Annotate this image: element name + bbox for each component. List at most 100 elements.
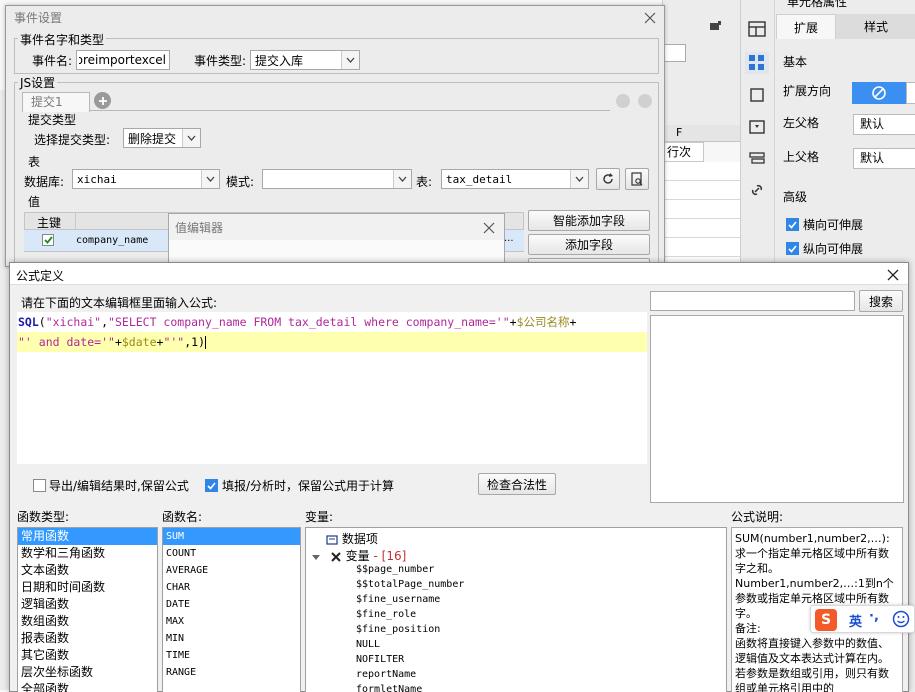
list-item[interactable]: 报表函数 xyxy=(18,630,157,647)
keep-formula-fill-checkbox[interactable] xyxy=(205,479,218,492)
event-type-label: 事件类型: xyxy=(194,54,247,68)
tree-variable[interactable]: $fine_role xyxy=(356,609,416,624)
chevron-down-icon xyxy=(570,170,588,188)
list-item[interactable]: 文本函数 xyxy=(18,562,157,579)
list-item[interactable]: DATE xyxy=(163,596,300,613)
formula-var2: $date xyxy=(121,335,157,349)
preview-table-button[interactable] xyxy=(625,168,649,190)
grid-icon[interactable] xyxy=(747,19,767,39)
tree-variables-label: 变量 xyxy=(345,549,370,563)
tab-prev-icon[interactable] xyxy=(616,94,630,108)
ime-punct[interactable]: ·, xyxy=(869,609,879,624)
select-submit-type-label: 选择提交类型: xyxy=(34,133,111,147)
submit-type-value: 删除提交 xyxy=(128,131,177,146)
form-icon[interactable] xyxy=(747,148,767,168)
tree-variable[interactable]: $$page_number xyxy=(356,564,434,579)
sheet-grid xyxy=(662,162,740,262)
submit-type-group: 提交类型 xyxy=(28,113,77,127)
sheet-toolbar xyxy=(662,0,740,125)
add-field-button[interactable]: 添加字段 xyxy=(528,234,650,255)
formula-editor[interactable]: SQL("xichai","SELECT company_name FROM t… xyxy=(17,312,647,464)
tree-data-item-row[interactable]: 数据项 xyxy=(326,530,378,546)
tree-variable[interactable]: formletName xyxy=(356,684,422,692)
list-item[interactable]: 逻辑函数 xyxy=(18,596,157,613)
refresh-button[interactable] xyxy=(596,168,620,190)
upper-parent-select[interactable]: 默认 xyxy=(853,148,915,169)
sheet-col-header-f: F xyxy=(662,125,740,142)
list-item[interactable]: MIN xyxy=(163,630,300,647)
func-type-list[interactable]: 常用函数 数学和三角函数 文本函数 日期和时间函数 逻辑函数 数组函数 报表函数… xyxy=(17,527,158,692)
mode-select[interactable] xyxy=(262,169,412,189)
event-type-select[interactable]: 提交入库 xyxy=(250,50,360,70)
refresh-icon xyxy=(603,173,613,184)
formula-comma1: , xyxy=(101,315,109,329)
sogou-logo-icon: S xyxy=(815,609,837,631)
primary-key-checkbox[interactable] xyxy=(42,234,54,246)
list-item[interactable]: CHAR xyxy=(163,579,300,596)
list-item[interactable]: TIME xyxy=(163,647,300,664)
expand-direction-next[interactable] xyxy=(906,82,915,104)
event-name-input[interactable]: foreimportexcel xyxy=(76,50,170,70)
tree-variables-row[interactable]: 变量 - [16] xyxy=(312,547,406,563)
list-item[interactable]: 数学和三角函数 xyxy=(18,545,157,562)
keep-formula-export-checkbox[interactable] xyxy=(33,479,46,492)
chevron-down-icon xyxy=(393,170,411,188)
tab-strip-line xyxy=(90,110,610,111)
list-item[interactable]: SUM xyxy=(163,528,300,545)
tree-variable[interactable]: reportName xyxy=(356,669,416,684)
database-label: 数据库: xyxy=(24,175,65,189)
tree-variable[interactable]: $fine_username xyxy=(356,594,440,609)
link-icon[interactable] xyxy=(747,180,767,200)
h-expand-checkbox[interactable] xyxy=(786,218,799,231)
tab-submit-1[interactable]: 提交1 xyxy=(22,92,90,112)
crop-icon[interactable] xyxy=(747,85,767,105)
func-name-list[interactable]: SUM COUNT AVERAGE CHAR DATE MAX MIN TIME… xyxy=(162,527,301,692)
submit-type-select[interactable]: 删除提交 xyxy=(123,128,201,148)
tree-variable[interactable]: NULL xyxy=(356,639,380,654)
add-tab-icon[interactable] xyxy=(94,92,111,109)
list-item[interactable]: COUNT xyxy=(163,545,300,562)
v-expand-checkbox[interactable] xyxy=(786,242,799,255)
chevron-down-icon xyxy=(341,51,359,69)
widget-icon[interactable] xyxy=(747,117,767,137)
search-button[interactable]: 搜索 xyxy=(859,290,903,312)
smart-add-field-button[interactable]: 智能添加字段 xyxy=(528,210,650,231)
list-item[interactable]: 日期和时间函数 xyxy=(18,579,157,596)
tree-variable[interactable]: $$totalPage_number xyxy=(356,579,464,594)
list-item[interactable]: RANGE xyxy=(163,664,300,681)
left-parent-select[interactable]: 默认 xyxy=(853,114,915,135)
formula-line-2: "' and date='"+$date+"'",1) xyxy=(17,332,647,352)
paint-icon[interactable] xyxy=(708,18,722,32)
search-results-list[interactable] xyxy=(650,315,904,503)
list-item[interactable]: 全部函数 xyxy=(18,681,157,692)
cell-attr-icon[interactable] xyxy=(745,52,769,74)
ime-toolbar[interactable]: S 英 ·, xyxy=(810,605,915,633)
col-primary-key: 主键 xyxy=(37,216,62,230)
sheet-small-dropdown[interactable] xyxy=(664,44,686,62)
tab-style[interactable]: 样式 xyxy=(836,14,915,39)
list-item[interactable]: 数组函数 xyxy=(18,613,157,630)
list-item[interactable]: 其它函数 xyxy=(18,647,157,664)
value-editor-close-icon[interactable] xyxy=(482,221,496,235)
database-select[interactable]: xichai xyxy=(72,169,220,189)
tab-next-icon[interactable] xyxy=(638,94,652,108)
tree-variable[interactable]: NOFILTER xyxy=(356,654,404,669)
list-item[interactable]: 层次坐标函数 xyxy=(18,664,157,681)
event-dialog-close-icon[interactable] xyxy=(643,11,657,25)
formula-dialog-close-icon[interactable] xyxy=(886,268,900,282)
sheet-cell-hangci[interactable]: 行次 xyxy=(662,142,704,162)
check-validity-button[interactable]: 检查合法性 xyxy=(478,473,556,495)
tree-variable[interactable]: $fine_position xyxy=(356,624,440,639)
v-expand-label: 纵向可伸展 xyxy=(803,242,864,256)
row-more[interactable]: ... xyxy=(504,233,514,244)
list-item[interactable]: MAX xyxy=(163,613,300,630)
table-select[interactable]: tax_detail xyxy=(441,169,589,189)
emoji-icon[interactable] xyxy=(892,610,910,628)
list-item[interactable]: AVERAGE xyxy=(163,562,300,579)
function-search-input[interactable] xyxy=(650,291,855,311)
tab-expand[interactable]: 扩展 xyxy=(776,14,836,39)
variable-tree[interactable]: 数据项 变量 - [16] $$page_number $$totalPage_… xyxy=(305,527,727,692)
ime-lang[interactable]: 英 xyxy=(849,611,862,630)
expand-direction-none-button[interactable] xyxy=(852,82,906,104)
list-item[interactable]: 常用函数 xyxy=(18,528,157,545)
